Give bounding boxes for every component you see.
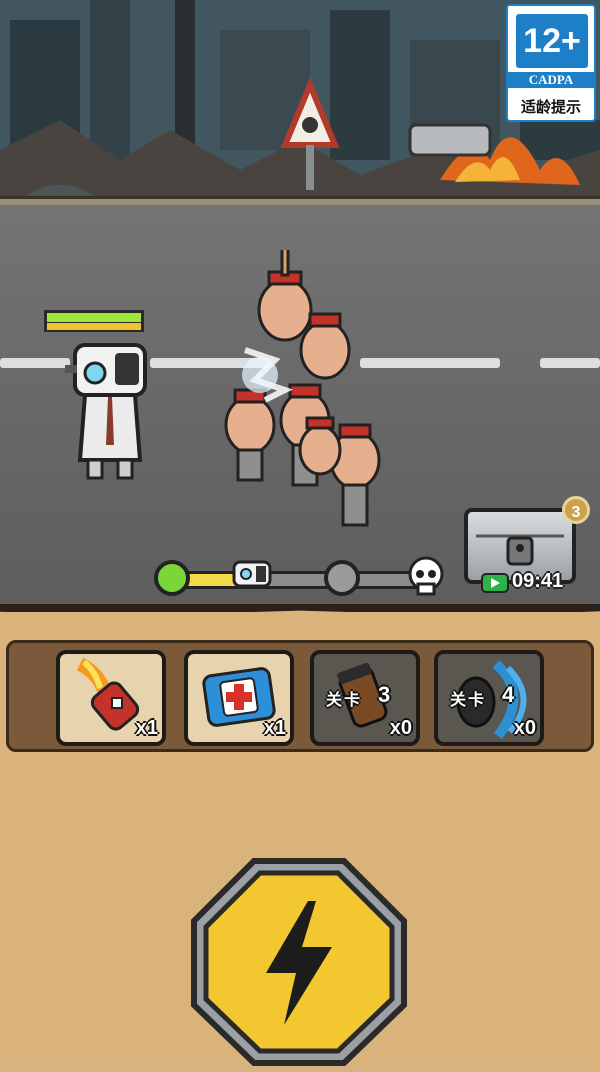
- item-slot-rocket[interactable]: x1: [56, 650, 166, 746]
- battle-scene: 3 09:41 12+ CADPA 适龄提示: [0, 0, 600, 606]
- item-slot-sonic-grenade[interactable]: 关卡 4 x0: [434, 650, 544, 746]
- lightning-attack-button[interactable]: [188, 855, 410, 1067]
- item-count: x1: [263, 717, 286, 739]
- player-health-fill: [47, 313, 141, 322]
- wave-node-start: [154, 560, 190, 596]
- item-slot-grenade[interactable]: 关卡 3 x0: [310, 650, 420, 746]
- unlock-level-label: 关卡: [450, 692, 487, 709]
- skull-icon: [408, 556, 444, 596]
- camera-head-agent-player: [65, 343, 147, 480]
- player-health-bar: [44, 310, 144, 332]
- wave-node-mid: [324, 560, 360, 596]
- player-marker-icon: [232, 560, 272, 588]
- player-shield-fill: [47, 323, 141, 330]
- video-ad-icon: [481, 573, 509, 593]
- lane-marking: [540, 358, 600, 368]
- age-rating-badge: 12+ CADPA 适龄提示: [506, 4, 596, 122]
- age-rating-org: CADPA: [508, 72, 594, 88]
- unlock-level-number: 4: [502, 682, 515, 707]
- unlock-level-number: 3: [378, 682, 391, 707]
- chest-timer: 09:41: [512, 570, 564, 592]
- reward-chest[interactable]: 3 09:41: [464, 496, 590, 600]
- item-count: x1: [135, 717, 158, 739]
- lightning-icon: [191, 858, 407, 1066]
- item-slot-medkit[interactable]: x1: [184, 650, 294, 746]
- wave-progress-bar: [150, 556, 450, 596]
- age-rating-tip: 适龄提示: [520, 99, 581, 116]
- age-rating-number: 12+: [516, 14, 588, 68]
- item-count: x0: [513, 717, 536, 739]
- chest-count-badge: 3: [562, 496, 590, 524]
- item-count: x0: [389, 717, 412, 739]
- unlock-level-label: 关卡: [326, 692, 363, 709]
- toilet-head-enemy-horde: [224, 250, 381, 527]
